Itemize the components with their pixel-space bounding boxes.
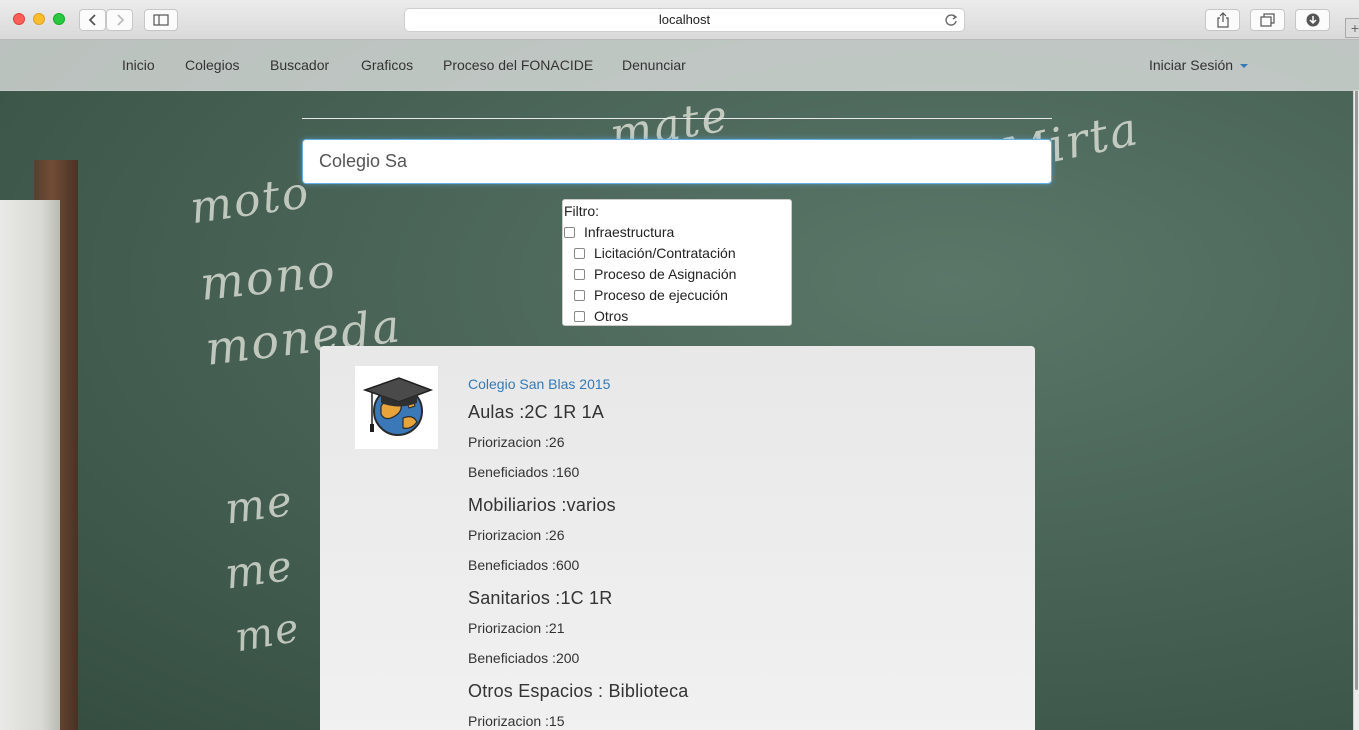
- checkbox[interactable]: [574, 247, 585, 259]
- top-navbar: Inicio Colegios Buscador Graficos Proces…: [0, 40, 1359, 91]
- checkbox[interactable]: [574, 310, 585, 322]
- checkbox[interactable]: [564, 226, 575, 238]
- login-dropdown[interactable]: Iniciar Sesión: [1149, 57, 1249, 73]
- tabs-icon: [1259, 13, 1275, 27]
- filter-option-label: Proceso de ejecución: [594, 287, 728, 303]
- otros-espacios-priorizacion: Priorizacion :15: [468, 713, 565, 729]
- back-button[interactable]: [79, 9, 106, 31]
- zoom-window-button[interactable]: [53, 13, 65, 25]
- otros-espacios-title: Otros Espacios : Biblioteca: [468, 681, 689, 701]
- result-details: Colegio San Blas 2015 Aulas :2C 1R 1A Pr…: [468, 376, 1008, 730]
- reload-icon[interactable]: [944, 13, 958, 27]
- share-button[interactable]: [1205, 9, 1240, 31]
- filter-option-otros[interactable]: Otros: [574, 308, 628, 324]
- result-card: Colegio San Blas 2015 Aulas :2C 1R 1A Pr…: [320, 346, 1035, 730]
- checkbox[interactable]: [574, 289, 585, 301]
- tabs-button[interactable]: [1250, 9, 1285, 31]
- chalk-writing: mono: [197, 243, 340, 311]
- chalk-writing: me: [221, 475, 297, 534]
- mobiliarios-priorizacion: Priorizacion :26: [468, 527, 565, 543]
- search-input[interactable]: [302, 139, 1052, 184]
- school-link[interactable]: Colegio San Blas 2015: [468, 376, 1008, 396]
- filter-option-asignacion[interactable]: Proceso de Asignación: [574, 266, 736, 282]
- chalk-writing: me: [231, 604, 305, 662]
- nav-proceso-fonacide[interactable]: Proceso del FONACIDE: [443, 57, 593, 73]
- mobiliarios-beneficiados: Beneficiados :600: [468, 557, 580, 573]
- aulas-title: Aulas :2C 1R 1A: [468, 402, 605, 422]
- filter-panel: Filtro: Infraestructura Licitación/Contr…: [562, 199, 792, 326]
- share-icon: [1216, 12, 1229, 28]
- download-icon: [1306, 13, 1319, 27]
- filter-option-label: Otros: [594, 308, 629, 324]
- filter-option-label: Infraestructura: [584, 224, 675, 240]
- minimize-window-button[interactable]: [33, 13, 45, 25]
- nav-colegios[interactable]: Colegios: [185, 57, 239, 73]
- sanitarios-priorizacion: Priorizacion :21: [468, 620, 565, 636]
- filter-title: Filtro:: [564, 203, 599, 219]
- chalk-writing: me: [221, 540, 297, 599]
- chevron-left-icon: [88, 14, 96, 26]
- aulas-beneficiados: Beneficiados :160: [468, 464, 580, 480]
- chevron-right-icon: [116, 14, 124, 26]
- login-label: Iniciar Sesión: [1149, 57, 1234, 73]
- nav-buscador[interactable]: Buscador: [270, 57, 329, 73]
- divider: [302, 118, 1052, 119]
- page-background: moto mono moneda mate Mirta me me me Ini…: [0, 40, 1359, 730]
- address-bar[interactable]: localhost: [404, 8, 965, 32]
- chalk-writing: moto: [187, 166, 314, 235]
- school-logo: [355, 366, 438, 449]
- forward-button[interactable]: [106, 9, 133, 31]
- sanitarios-beneficiados: Beneficiados :200: [468, 650, 580, 666]
- mobiliarios-title: Mobiliarios :varios: [468, 495, 616, 515]
- nav-denunciar[interactable]: Denunciar: [622, 57, 686, 73]
- filter-option-label: Proceso de Asignación: [594, 266, 737, 282]
- filter-option-licitacion[interactable]: Licitación/Contratación: [574, 245, 736, 261]
- caret-down-icon: [1240, 64, 1249, 69]
- browser-toolbar: localhost +: [0, 0, 1359, 40]
- sidebar-icon: [153, 14, 169, 26]
- url-text: localhost: [658, 12, 711, 27]
- filter-option-infraestructura[interactable]: Infraestructura: [564, 224, 674, 240]
- filter-option-label: Licitación/Contratación: [594, 245, 736, 261]
- sanitarios-title: Sanitarios :1C 1R: [468, 588, 613, 608]
- nav-inicio[interactable]: Inicio: [122, 57, 155, 73]
- close-window-button[interactable]: [13, 13, 25, 25]
- nav-graficos[interactable]: Graficos: [361, 57, 413, 73]
- graduation-cap-globe-icon: [362, 377, 434, 436]
- filter-option-ejecucion[interactable]: Proceso de ejecución: [574, 287, 728, 303]
- aulas-priorizacion: Priorizacion :26: [468, 434, 565, 450]
- downloads-button[interactable]: [1295, 9, 1330, 31]
- page-scrollbar[interactable]: [1353, 90, 1359, 730]
- sidebar-toggle-button[interactable]: [144, 9, 178, 31]
- paper-sheet: [0, 200, 60, 730]
- new-tab-button[interactable]: +: [1345, 18, 1359, 38]
- checkbox[interactable]: [574, 268, 585, 280]
